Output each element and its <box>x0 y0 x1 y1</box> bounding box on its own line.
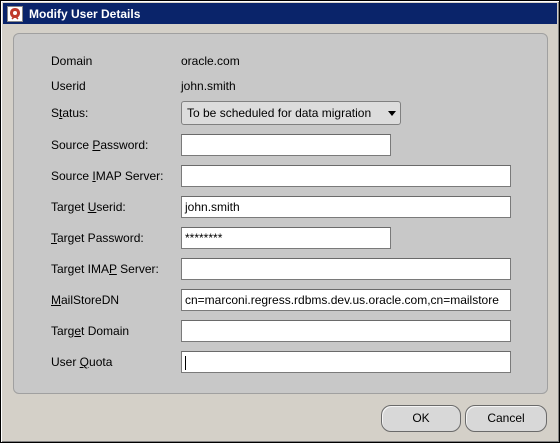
user-quota-field[interactable] <box>181 351 511 373</box>
mailstoredn-field[interactable]: cn=marconi.regress.rdbms.dev.us.oracle.c… <box>181 289 511 311</box>
modify-user-details-dialog: Modify User Details Domain oracle.com Us… <box>0 0 560 443</box>
userid-label: Userid <box>51 79 86 93</box>
target-userid-field[interactable]: john.smith <box>181 196 511 218</box>
cancel-button[interactable]: Cancel <box>465 405 547 432</box>
source-imap-server-field[interactable] <box>181 165 511 187</box>
target-userid-label: Target Userid: <box>51 200 126 214</box>
source-imap-server-label: Source IMAP Server: <box>51 169 164 183</box>
target-imap-server-label: Target IMAP Server: <box>51 262 159 276</box>
status-selected-value: To be scheduled for data migration <box>187 106 372 120</box>
domain-value: oracle.com <box>181 54 240 68</box>
app-icon <box>7 5 23 22</box>
text-caret <box>185 355 186 370</box>
mailstoredn-label: MailStoreDN <box>51 293 120 307</box>
user-quota-label: User Quota <box>51 355 113 369</box>
status-select[interactable]: To be scheduled for data migration <box>181 101 401 125</box>
target-password-field[interactable]: ******** <box>181 227 391 249</box>
chevron-down-icon <box>388 111 396 116</box>
window-title: Modify User Details <box>29 6 141 21</box>
target-domain-label: Target Domain <box>51 324 130 338</box>
source-password-label: Source Password: <box>51 138 149 152</box>
target-password-label: Target Password: <box>51 231 144 245</box>
status-label: Status: <box>51 106 89 120</box>
userid-value: john.smith <box>181 79 236 93</box>
ok-button[interactable]: OK <box>381 405 461 432</box>
target-domain-field[interactable] <box>181 320 511 342</box>
domain-label: Domain <box>51 54 93 68</box>
source-password-field[interactable] <box>181 134 391 156</box>
target-imap-server-field[interactable] <box>181 258 511 280</box>
title-bar[interactable]: Modify User Details <box>3 3 557 24</box>
